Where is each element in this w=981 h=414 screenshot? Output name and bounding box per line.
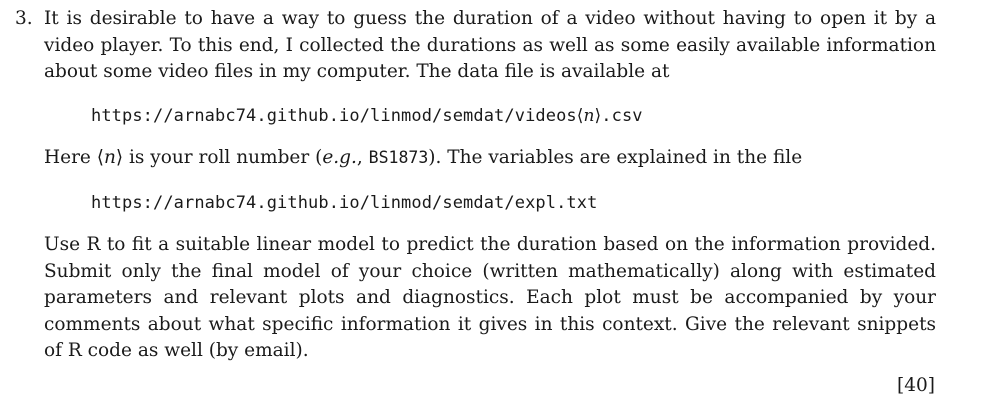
data-file-url: https://arnabc74.github.io/linmod/semdat… bbox=[91, 104, 643, 128]
roll-number-example: BS1873 bbox=[368, 148, 429, 167]
explanation-file-url: https://arnabc74.github.io/linmod/semdat… bbox=[91, 193, 598, 213]
marks-label: [40] bbox=[897, 375, 935, 396]
question-paragraph-intro: It is desirable to have a way to guess t… bbox=[44, 8, 936, 82]
data-file-url-prefix: https://arnabc74.github.io/linmod/semdat… bbox=[91, 106, 577, 126]
question-paragraph-roll-number: Here ⟨n⟩ is your roll number (e.g., BS18… bbox=[44, 145, 936, 172]
question-number: 3. bbox=[15, 8, 33, 29]
angle-open: ⟨ bbox=[96, 147, 104, 168]
roll-number-variable: n bbox=[583, 106, 595, 126]
text-segment: ). The variables are explained in the fi… bbox=[428, 147, 803, 168]
text-segment: , bbox=[356, 147, 369, 168]
eg-abbreviation: e.g. bbox=[322, 147, 357, 168]
roll-number-variable: n bbox=[103, 147, 116, 168]
document-page: 3. It is desirable to have a way to gues… bbox=[0, 0, 981, 414]
question-paragraph-instructions: Use R to fit a suitable linear model to … bbox=[44, 234, 936, 361]
text-segment: Here bbox=[44, 147, 97, 168]
data-file-url-suffix: .csv bbox=[601, 106, 643, 126]
text-segment: is your roll number ( bbox=[123, 147, 323, 168]
